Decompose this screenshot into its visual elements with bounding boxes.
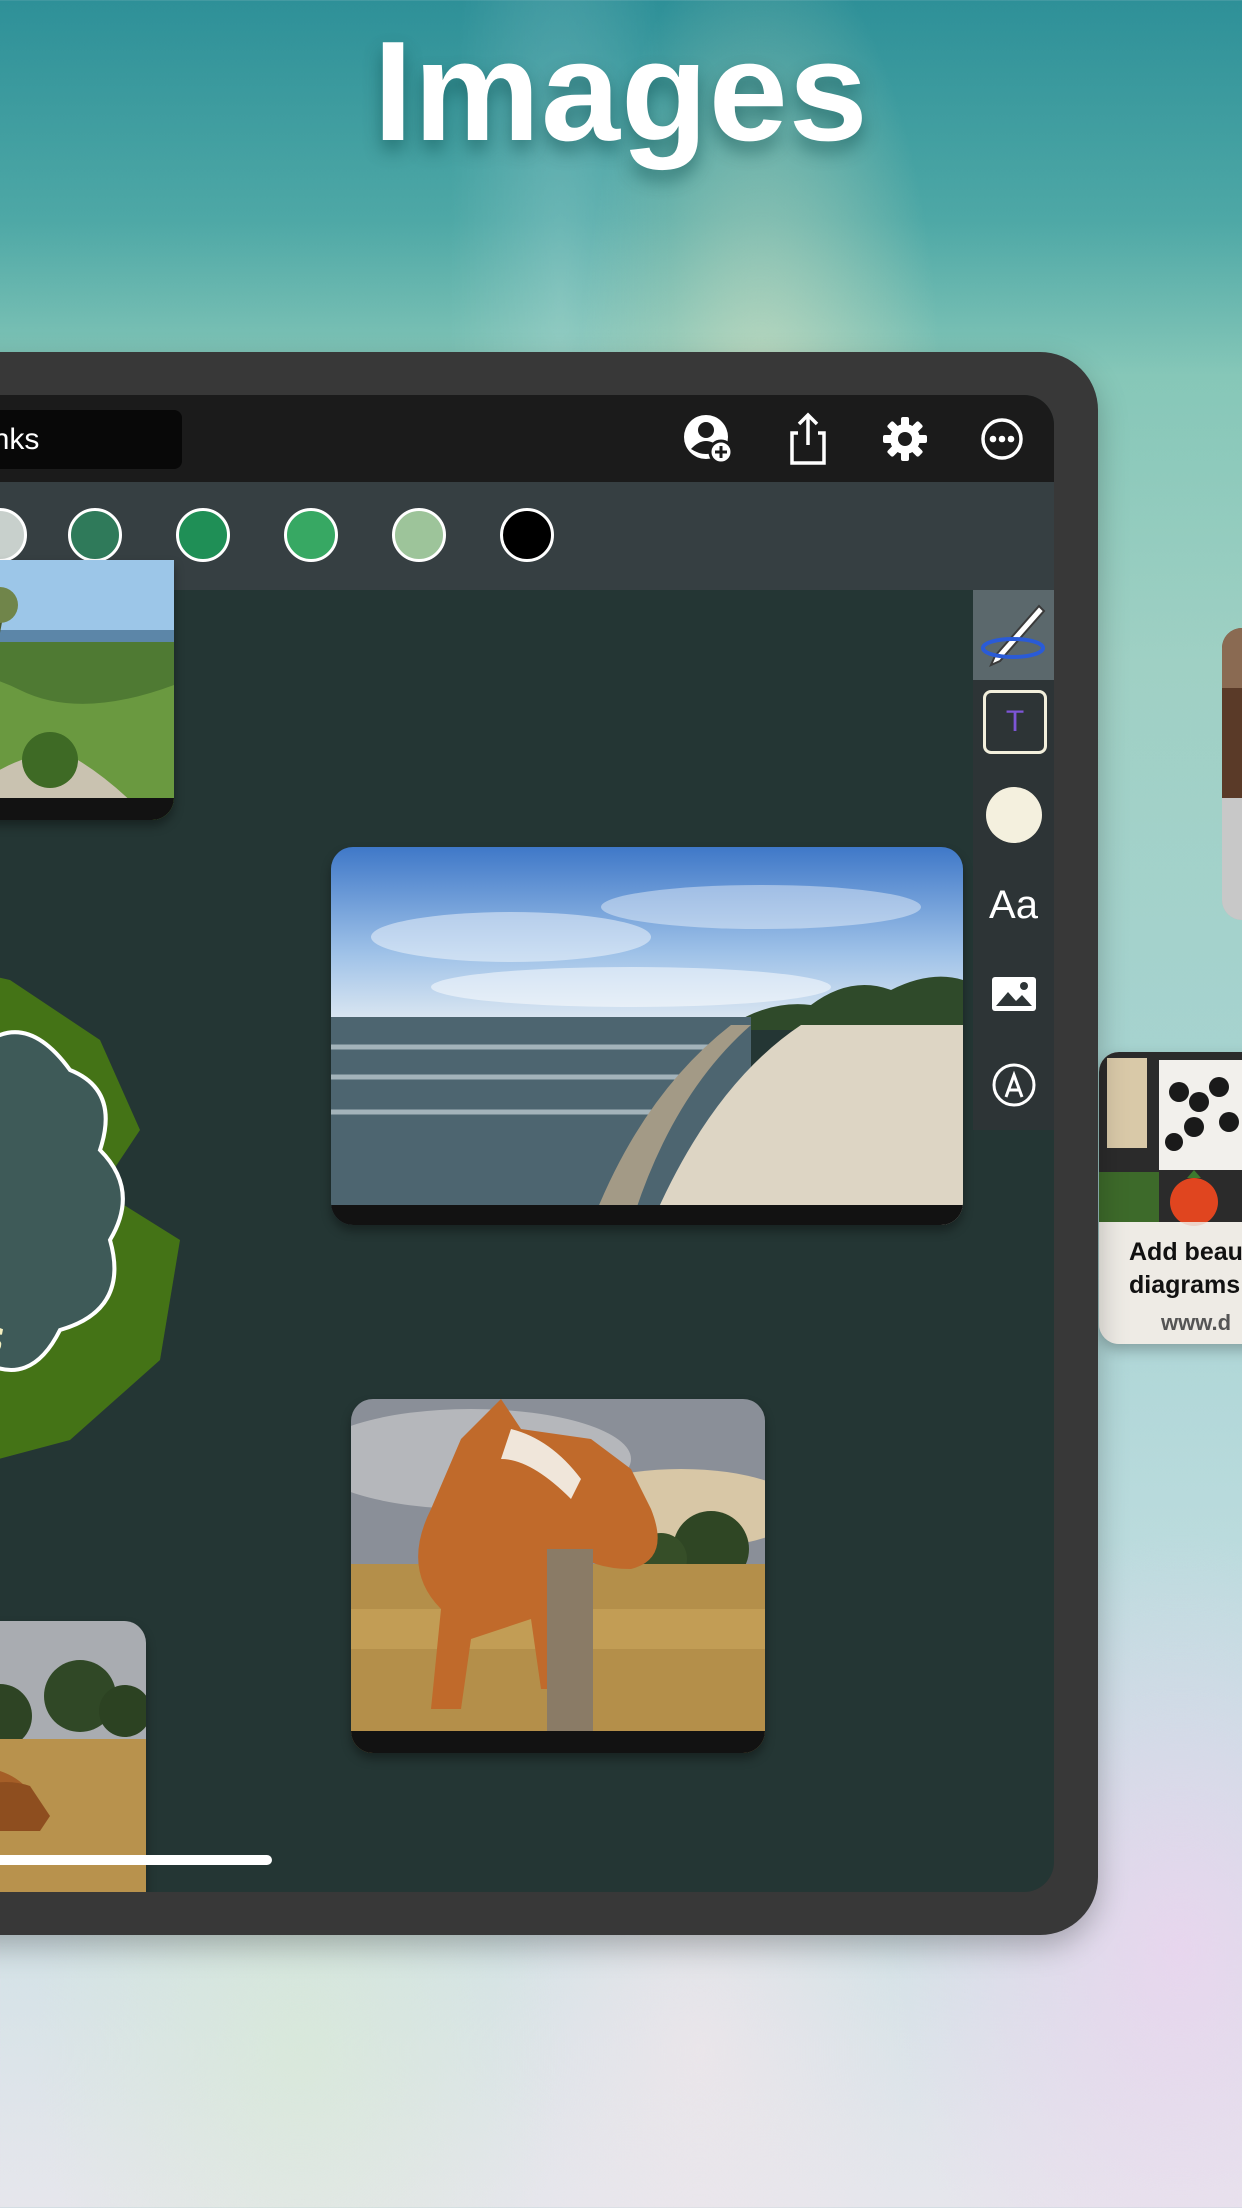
color-swatch[interactable] xyxy=(392,508,446,562)
tool-rail: T Aa xyxy=(973,590,1054,1130)
sticky-line-3: nks xyxy=(0,1313,5,1361)
image-icon xyxy=(992,977,1036,1011)
side-image-card[interactable] xyxy=(1222,628,1242,920)
image-meadow[interactable] xyxy=(0,560,174,820)
link-title-line1: Add beau xyxy=(1129,1238,1242,1266)
sticky-note[interactable]: os l nks xyxy=(0,920,240,1480)
add-collaborator-icon xyxy=(684,415,734,465)
shape-tool[interactable] xyxy=(973,1040,1054,1130)
more-icon xyxy=(981,418,1023,460)
pen-tool-icon xyxy=(981,604,1046,667)
color-circle-icon xyxy=(986,787,1042,843)
home-indicator xyxy=(0,1855,272,1865)
add-collaborator-button[interactable] xyxy=(680,411,736,467)
headline: Images xyxy=(373,12,869,171)
color-swatch[interactable] xyxy=(176,508,230,562)
color-swatch[interactable] xyxy=(500,508,554,562)
share-icon xyxy=(790,412,826,465)
pen-tool[interactable] xyxy=(973,590,1054,680)
whiteboard-canvas[interactable]: os l nks xyxy=(0,560,1054,1892)
share-button[interactable] xyxy=(780,411,836,467)
text-box-tool[interactable]: T xyxy=(973,680,1054,770)
tablet-frame: eblinks xyxy=(0,352,1098,1935)
app-screen: eblinks xyxy=(0,395,1054,1892)
link-title-line2: diagrams xyxy=(1129,1271,1241,1299)
image-horse[interactable] xyxy=(351,1399,765,1753)
image-tool[interactable] xyxy=(973,950,1054,1040)
color-swatch[interactable] xyxy=(284,508,338,562)
more-button[interactable] xyxy=(974,411,1030,467)
image-beach[interactable] xyxy=(331,847,963,1225)
settings-icon xyxy=(883,417,927,461)
settings-button[interactable] xyxy=(877,411,933,467)
link-preview-card[interactable]: Add beau diagrams www.d xyxy=(1099,1052,1242,1344)
shape-icon xyxy=(992,1063,1036,1107)
font-tool[interactable]: Aa xyxy=(973,860,1054,950)
color-tool[interactable] xyxy=(973,770,1054,860)
navigation-bar: eblinks xyxy=(0,395,1054,482)
board-title-field[interactable]: eblinks xyxy=(0,410,182,469)
image-horses-field[interactable] xyxy=(0,1621,146,1892)
color-swatch[interactable] xyxy=(68,508,122,562)
link-url: www.d xyxy=(1161,1310,1232,1335)
color-swatch[interactable] xyxy=(0,508,27,562)
text-box-icon: T xyxy=(983,690,1047,754)
